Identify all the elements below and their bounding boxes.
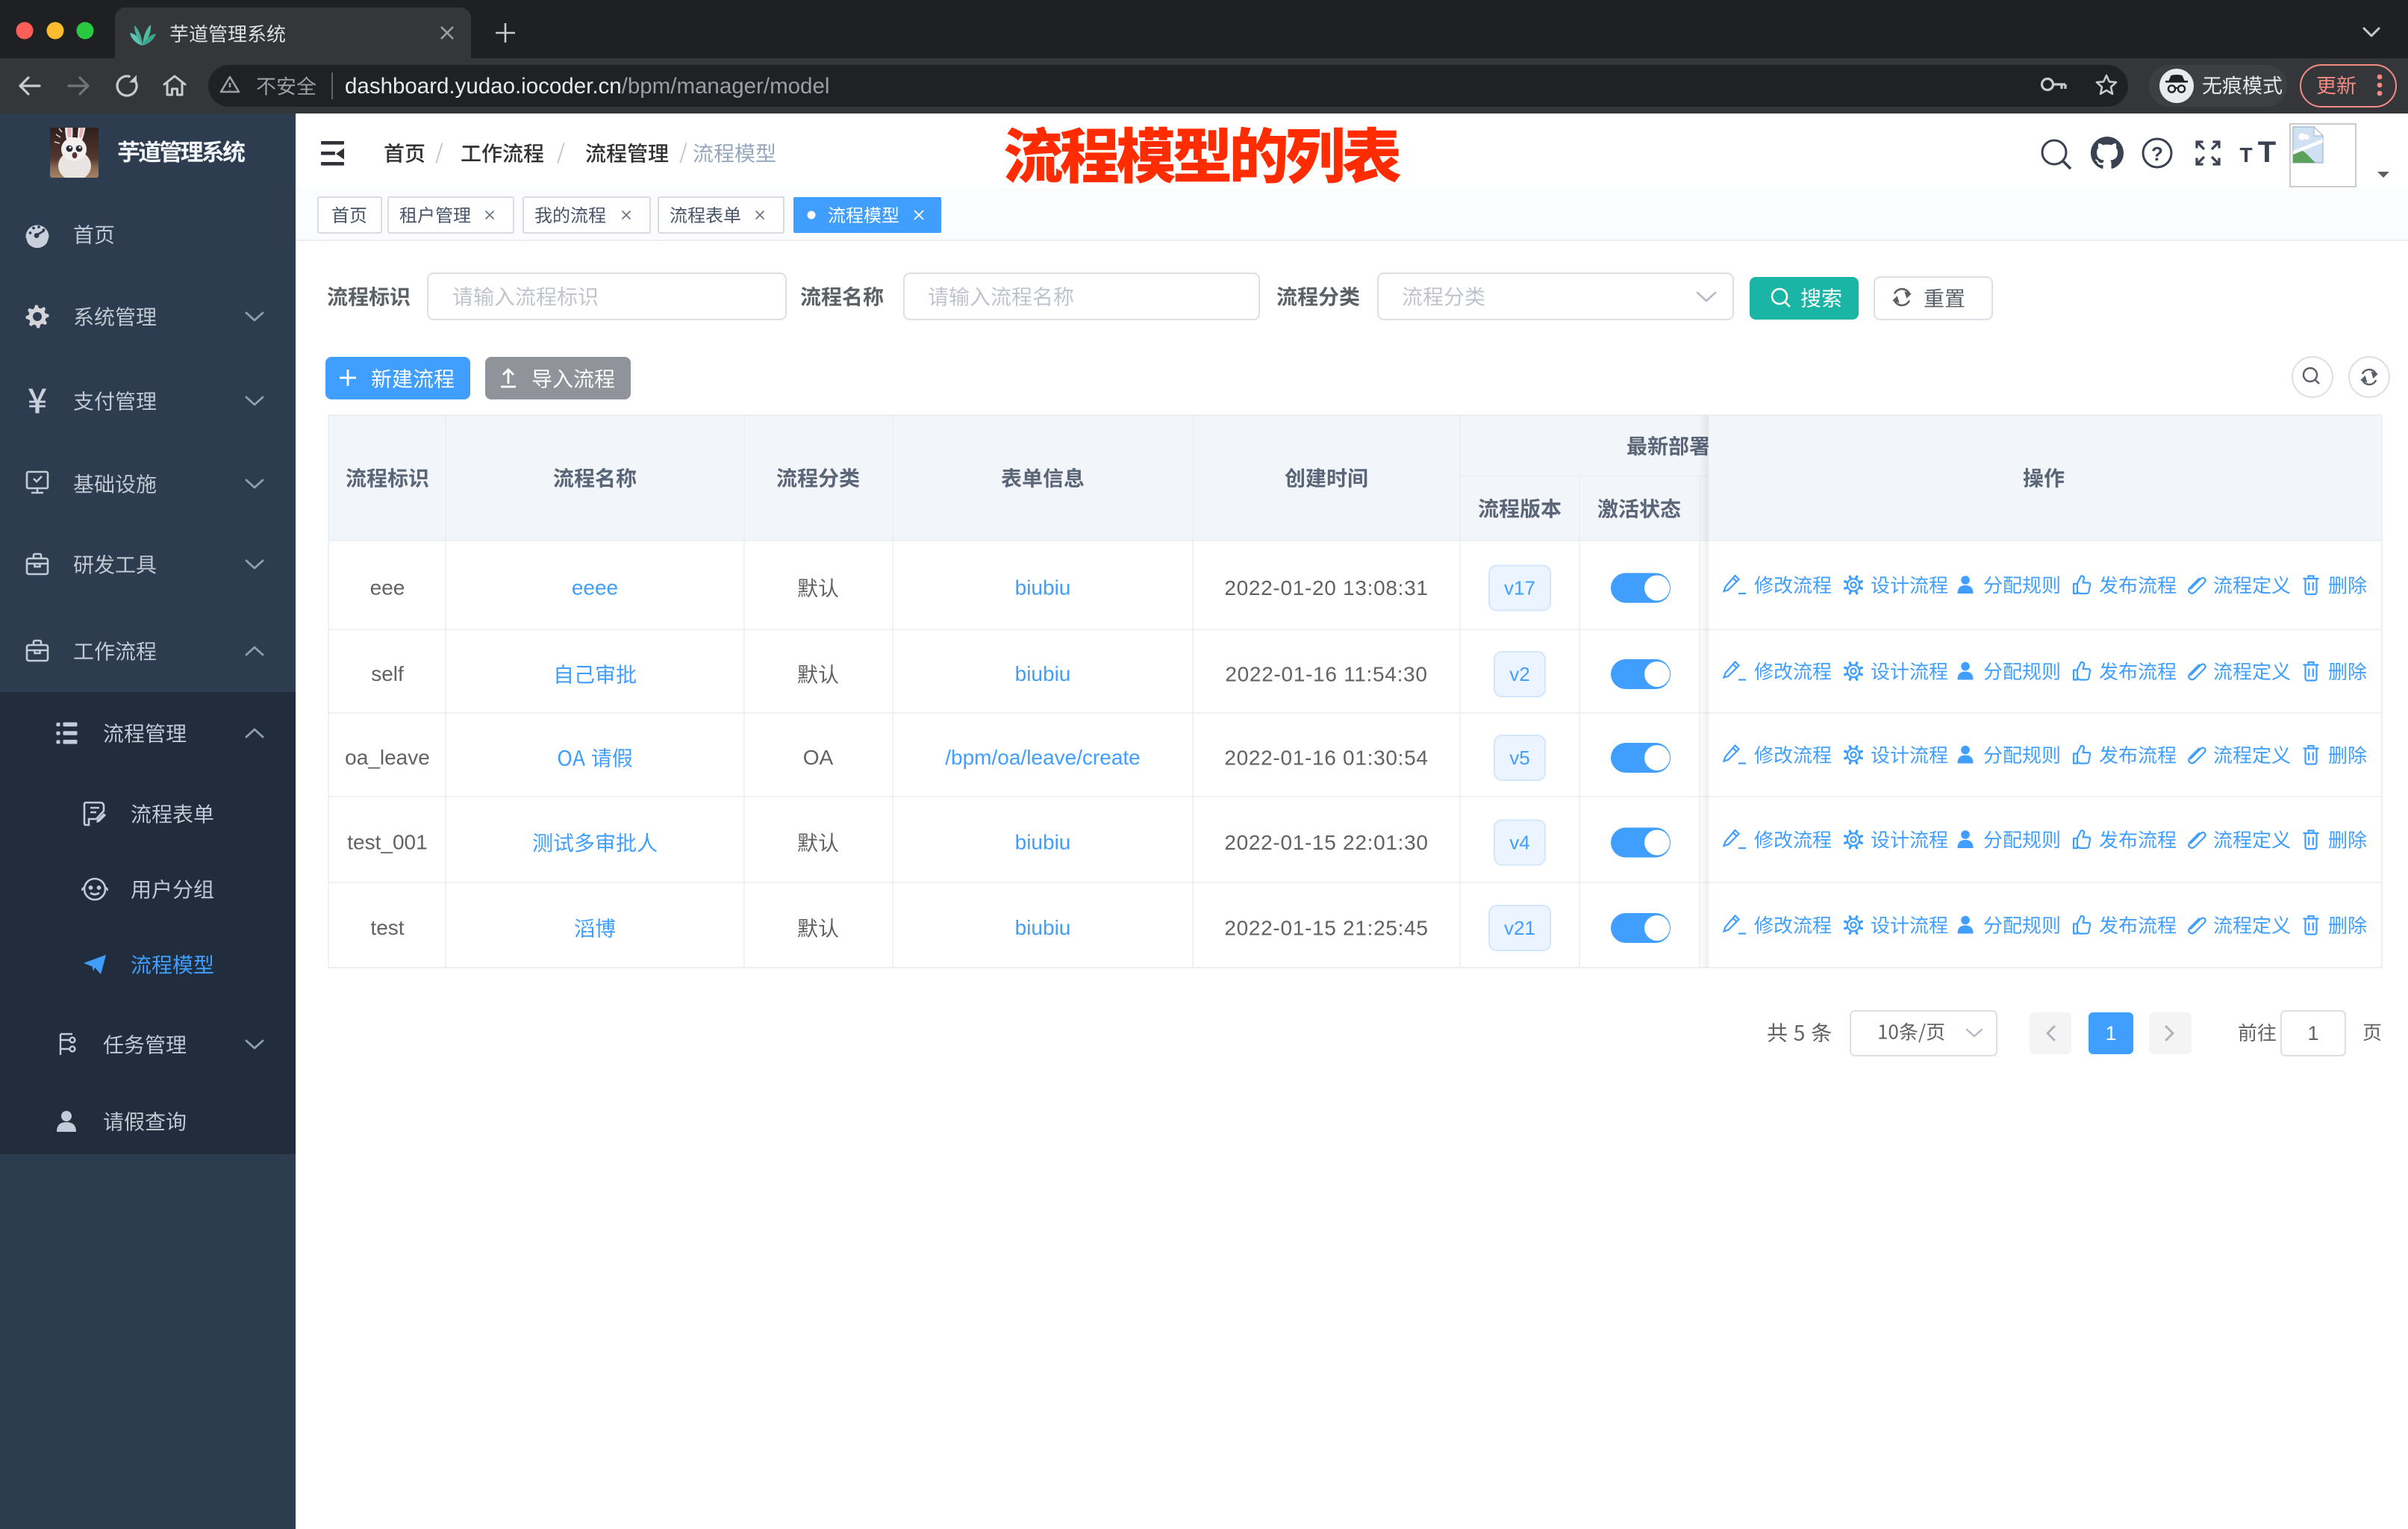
svg-text:test: test: [370, 916, 404, 939]
svg-text:biubiu: biubiu: [1015, 662, 1071, 685]
svg-text:v2: v2: [1509, 663, 1529, 685]
svg-text:v21: v21: [1504, 917, 1535, 939]
svg-text:T: T: [2239, 143, 2252, 166]
svg-text:biubiu: biubiu: [1015, 916, 1071, 939]
svg-text:2022-01-16 01:30:54: 2022-01-16 01:30:54: [1224, 747, 1428, 770]
svg-text:eeee: eeee: [572, 576, 618, 600]
svg-text:v17: v17: [1504, 577, 1535, 600]
svg-text:1: 1: [2307, 1022, 2318, 1044]
svg-text:2022-01-20 13:08:31: 2022-01-20 13:08:31: [1224, 576, 1428, 600]
svg-text:biubiu: biubiu: [1015, 576, 1071, 600]
svg-text:v4: v4: [1509, 832, 1529, 854]
svg-text:?: ?: [2151, 143, 2163, 165]
svg-text:self: self: [371, 662, 404, 685]
svg-text:2022-01-15 21:25:45: 2022-01-15 21:25:45: [1224, 917, 1428, 940]
svg-text:dashboard.yudao.iocoder.cn/bpm: dashboard.yudao.iocoder.cn/bpm/manager/m…: [345, 74, 829, 99]
svg-text:2022-01-16 11:54:30: 2022-01-16 11:54:30: [1225, 663, 1427, 686]
svg-text:2022-01-15 22:01:30: 2022-01-15 22:01:30: [1224, 831, 1428, 854]
svg-text:T: T: [2258, 136, 2276, 169]
svg-text:/bpm/oa/leave/create: /bpm/oa/leave/create: [945, 746, 1141, 769]
svg-text:oa_leave: oa_leave: [345, 746, 430, 769]
svg-text:OA: OA: [803, 746, 834, 769]
svg-text:v5: v5: [1509, 747, 1529, 769]
svg-text:test_001: test_001: [347, 831, 427, 854]
svg-text:biubiu: biubiu: [1015, 831, 1071, 854]
svg-text:eee: eee: [370, 576, 405, 600]
svg-text:1: 1: [2105, 1022, 2116, 1044]
